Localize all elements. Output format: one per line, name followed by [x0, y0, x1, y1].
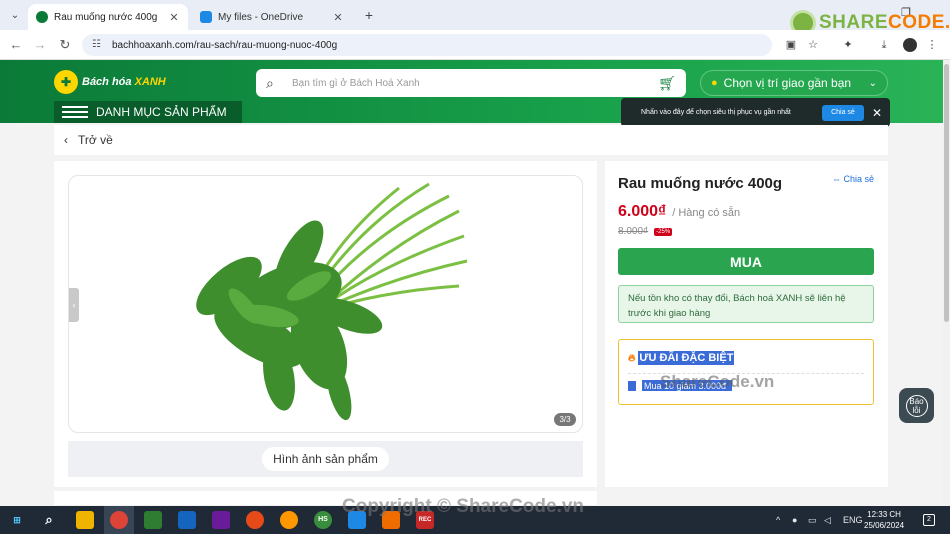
- profile-avatar[interactable]: [903, 38, 917, 52]
- hs-app-icon[interactable]: HS: [314, 511, 332, 529]
- watermark-bottom: Copyright © ShareCode.vn: [342, 496, 585, 517]
- thumbnail-row: Hình ảnh sản phẩm: [68, 441, 583, 477]
- brand-part1: Bách hóa: [82, 76, 132, 88]
- share-label: Chia sẻ: [843, 174, 874, 184]
- current-price: 6.000₫: [618, 203, 667, 220]
- reload-icon[interactable]: ↻: [57, 37, 73, 53]
- address-bar: ← → ↻ ☷ bachhoaxanh.com/rau-sach/rau-muo…: [0, 30, 950, 60]
- old-price: 8.000₫: [618, 226, 649, 237]
- product-images-tab[interactable]: Hình ảnh sản phẩm: [262, 447, 389, 471]
- location-pin-icon: ●: [711, 77, 718, 89]
- search-icon[interactable]: ⌕: [40, 511, 58, 529]
- search-icon[interactable]: ⌕: [266, 75, 282, 92]
- location-label: Chọn vị trí giao gần bạn: [723, 76, 852, 90]
- prev-image-arrow[interactable]: ‹: [69, 288, 79, 322]
- back-label: Trở về: [78, 133, 113, 147]
- image-counter: 3/3: [554, 413, 576, 426]
- stock-status: / Hàng có sẵn: [672, 207, 741, 219]
- tray-chevron-icon[interactable]: ^: [776, 515, 780, 525]
- app-icon[interactable]: [212, 511, 230, 529]
- search-input[interactable]: Bạn tìm gì ở Bách Hoá Xanh: [292, 78, 658, 89]
- notification-badge[interactable]: 2: [923, 514, 935, 526]
- brand-icon: ✚: [54, 70, 78, 94]
- watermark-center: ShareCode.vn: [660, 372, 775, 391]
- clock[interactable]: 12:33 CH 25/06/2024: [864, 509, 904, 531]
- old-price-row: 8.000₫ -25%: [618, 226, 673, 237]
- clock-time: 12:33 CH: [867, 510, 901, 519]
- site-info-icon[interactable]: ☷: [92, 39, 104, 51]
- stock-notice: Nếu tồn kho có thay đổi, Bách hoá XANH s…: [618, 285, 874, 323]
- network-app-icon[interactable]: [178, 511, 196, 529]
- product-image: ‹ 3/3: [68, 175, 583, 433]
- close-icon[interactable]: ✕: [872, 106, 882, 120]
- promo-title: ƯU ĐÃI ĐẶC BIỆT: [638, 351, 735, 365]
- back-link[interactable]: ‹ Trở về: [54, 125, 888, 155]
- category-menu-button[interactable]: DANH MỤC SẢN PHẨM: [54, 101, 242, 123]
- app-icon[interactable]: [246, 511, 264, 529]
- url-field[interactable]: ☷ bachhoaxanh.com/rau-sach/rau-muong-nuo…: [82, 34, 772, 56]
- clock-date: 25/06/2024: [864, 521, 905, 530]
- product-gallery: ‹ 3/3 Hình ảnh sản phẩm: [54, 161, 597, 487]
- network-icon[interactable]: ▭: [808, 515, 817, 526]
- volume-icon[interactable]: ◁: [824, 515, 831, 526]
- url-text: bachhoaxanh.com/rau-sach/rau-muong-nuoc-…: [112, 39, 338, 51]
- app-icon[interactable]: [280, 511, 298, 529]
- category-label: DANH MỤC SẢN PHẨM: [96, 105, 227, 119]
- hamburger-icon: [62, 103, 88, 121]
- windows-start-icon[interactable]: ⊞: [8, 511, 26, 529]
- discount-badge: -25%: [654, 227, 673, 236]
- share-link[interactable]: ⇔ Chia sẻ: [832, 174, 874, 184]
- product-title: Rau muống nước 400g: [618, 175, 783, 192]
- photos-icon[interactable]: [144, 511, 162, 529]
- install-app-icon[interactable]: ▣: [784, 38, 798, 52]
- language-indicator[interactable]: ENG: [843, 515, 863, 525]
- bookmark-star-icon[interactable]: ☆: [806, 38, 820, 52]
- extensions-icon[interactable]: ✦: [841, 38, 855, 52]
- tab-rau-muong[interactable]: Rau muống nước 400g ✕: [28, 4, 188, 30]
- forward-arrow-icon[interactable]: →: [32, 37, 48, 53]
- bullet-icon: [628, 380, 636, 391]
- scrollbar-thumb[interactable]: [944, 64, 949, 322]
- buy-button[interactable]: MUA: [618, 248, 874, 275]
- mic-icon[interactable]: ●: [792, 515, 797, 525]
- report-label: Báo lỗi: [905, 394, 928, 417]
- report-error-button[interactable]: Báo lỗi: [899, 388, 934, 423]
- location-button[interactable]: ● Chọn vị trí giao gần bạn ⌄: [700, 70, 888, 96]
- chevron-down-icon: ⌄: [868, 77, 877, 89]
- page-scrollbar[interactable]: [943, 60, 950, 506]
- brand-part2: XANH: [134, 76, 166, 88]
- chrome-icon[interactable]: [110, 511, 128, 529]
- share-icon: ⇔: [831, 174, 844, 184]
- tab-title: Rau muống nước 400g: [54, 11, 158, 23]
- search-box[interactable]: ⌕ Bạn tìm gì ở Bách Hoá Xanh 🛒︎: [256, 69, 686, 97]
- price-row: 6.000₫ / Hàng có sẵn: [618, 203, 740, 221]
- tab-search-button[interactable]: ⌄: [6, 6, 24, 24]
- fire-icon: 🔥︎: [628, 352, 636, 364]
- download-icon[interactable]: ⤓: [877, 38, 891, 52]
- back-arrow-icon[interactable]: ←: [8, 37, 24, 53]
- menu-dots-icon[interactable]: ⋮: [925, 38, 939, 52]
- cart-icon[interactable]: 🛒︎: [658, 75, 676, 92]
- brand-logo[interactable]: ✚ Bách hóa XANH: [54, 70, 166, 94]
- new-tab-button[interactable]: +: [360, 6, 378, 24]
- tab-title: My files - OneDrive: [218, 11, 304, 23]
- close-icon[interactable]: ✕: [332, 11, 344, 24]
- tooltip-message: Nhấn vào đây để chọn siêu thị phục vụ gầ…: [641, 109, 791, 116]
- file-explorer-icon[interactable]: [76, 511, 94, 529]
- chevron-left-icon: ‹: [64, 133, 68, 147]
- tooltip-share-button[interactable]: Chia sẻ: [821, 104, 864, 121]
- water-spinach-image: [196, 182, 468, 421]
- location-tooltip: Nhấn vào đây để chọn siêu thị phục vụ gầ…: [621, 98, 890, 127]
- tab-onedrive[interactable]: My files - OneDrive ✕: [192, 4, 352, 30]
- close-icon[interactable]: ✕: [168, 11, 180, 24]
- onedrive-icon: [200, 11, 212, 23]
- bhx-favicon-icon: [36, 11, 48, 23]
- product-info-card: Rau muống nước 400g ⇔ Chia sẻ 6.000₫ / H…: [605, 161, 888, 487]
